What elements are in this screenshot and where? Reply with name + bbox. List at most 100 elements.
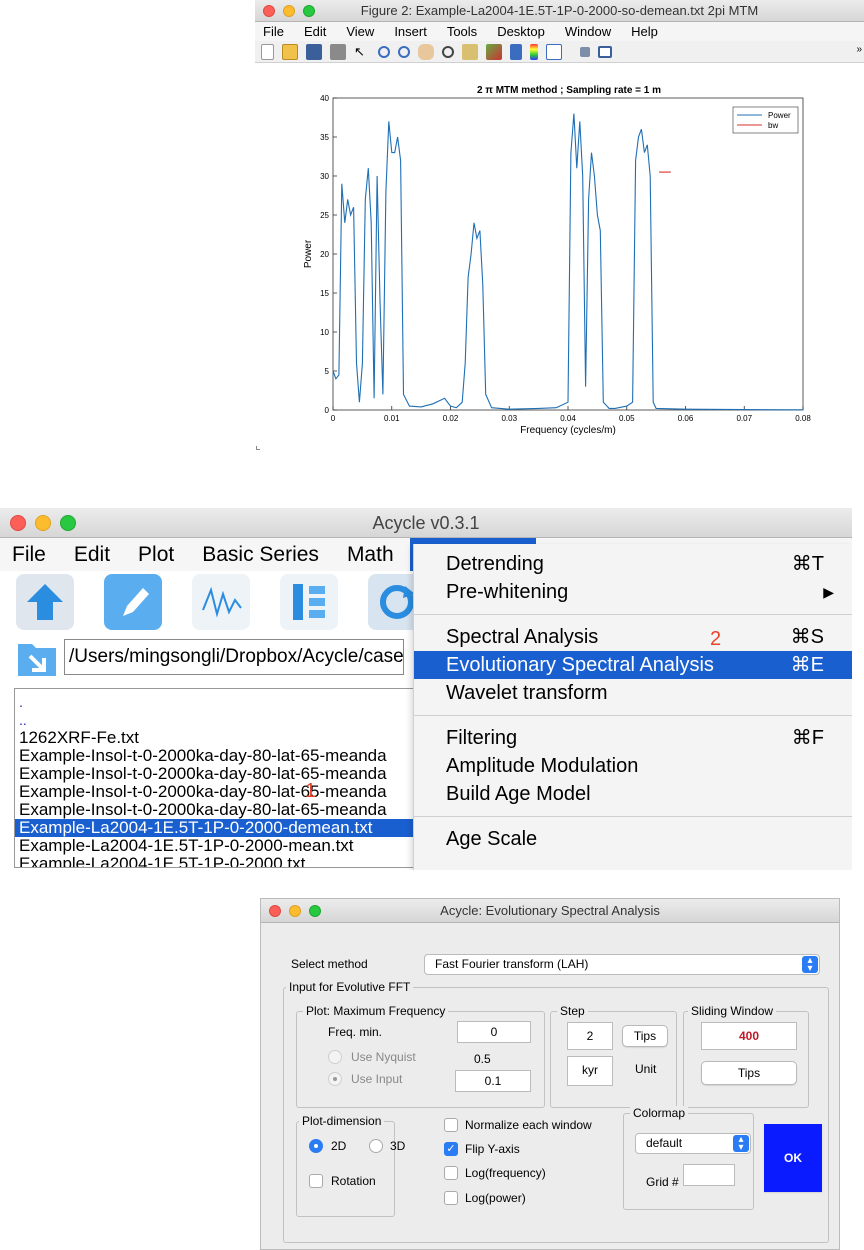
menu-basic-series[interactable]: Basic Series	[202, 538, 319, 571]
maximize-window-button[interactable]	[303, 5, 315, 17]
data-cursor-icon[interactable]	[462, 43, 478, 60]
edit-folder-button[interactable]	[104, 574, 162, 630]
menu-item-pre-whitening[interactable]: Pre-whitening ▶	[414, 578, 852, 606]
list-item[interactable]: Example-La2004-1E.5T-1P-0-2000-mean.txt	[15, 837, 414, 855]
menu-edit[interactable]: Edit	[74, 538, 110, 571]
open-file-icon[interactable]	[282, 43, 298, 60]
plot-button[interactable]	[192, 574, 250, 630]
rotation-checkbox[interactable]	[309, 1174, 323, 1188]
folder-arrow-icon[interactable]	[16, 636, 58, 678]
menu-item-amplitude-modulation[interactable]: Amplitude Modulation	[414, 752, 852, 780]
menu-item-age-scale[interactable]: Age Scale	[414, 825, 852, 853]
menu-window[interactable]: Window	[565, 22, 611, 41]
freq-min-input[interactable]: 0	[457, 1021, 531, 1043]
flip-y-checkbox[interactable]: ✓	[444, 1142, 458, 1156]
close-window-button[interactable]	[10, 515, 26, 531]
colorbar-icon[interactable]	[530, 43, 538, 60]
menu-math[interactable]: Math	[347, 538, 394, 571]
menu-help[interactable]: Help	[631, 22, 658, 41]
x-tick-label: 0.04	[560, 414, 576, 423]
log-power-label: Log(power)	[465, 1191, 526, 1205]
menu-file[interactable]: File	[263, 22, 284, 41]
list-item[interactable]: Example-Insol-t-0-2000ka-day-80-lat-65-m…	[15, 801, 414, 819]
zoom-in-icon[interactable]	[378, 45, 390, 58]
minimize-window-button[interactable]	[35, 515, 51, 531]
normalize-checkbox[interactable]	[444, 1118, 458, 1132]
freq-min-label: Freq. min.	[328, 1025, 383, 1039]
use-input-radio[interactable]	[328, 1072, 342, 1086]
menu-item-detrending[interactable]: Detrending ⌘T	[414, 550, 852, 578]
path-field[interactable]: /Users/mingsongli/Dropbox/Acycle/case	[64, 639, 404, 675]
link-icon[interactable]	[510, 43, 522, 60]
acycle-window: Acycle v0.3.1 File Edit Plot Basic Serie…	[0, 508, 852, 870]
up-folder-button[interactable]	[16, 574, 74, 630]
ok-button[interactable]: OK	[764, 1124, 822, 1192]
close-window-button[interactable]	[269, 905, 281, 917]
3d-radio[interactable]	[369, 1139, 383, 1153]
menu-item-build-age-model[interactable]: Build Age Model	[414, 780, 852, 808]
figure-corner-mark	[256, 446, 260, 450]
save-icon[interactable]	[306, 43, 322, 60]
maximize-window-button[interactable]	[60, 515, 76, 531]
close-window-button[interactable]	[263, 5, 275, 17]
acycle-titlebar[interactable]: Acycle v0.3.1	[0, 508, 852, 538]
menu-item-filtering[interactable]: Filtering ⌘F	[414, 724, 852, 752]
figure-titlebar[interactable]: Figure 2: Example-La2004-1E.5T-1P-0-2000…	[255, 0, 864, 22]
list-item[interactable]: Example-Insol-t-0-2000ka-day-80-lat-65-m…	[15, 747, 414, 765]
menu-view[interactable]: View	[346, 22, 374, 41]
unit-input[interactable]: kyr	[567, 1056, 613, 1086]
use-nyquist-radio[interactable]	[328, 1050, 342, 1064]
grid-input[interactable]	[683, 1164, 735, 1186]
maximize-window-button[interactable]	[309, 905, 321, 917]
sliding-window-input[interactable]: 400	[701, 1022, 797, 1050]
brush-icon[interactable]	[486, 43, 502, 60]
menu-item-wavelet-transform[interactable]: Wavelet transform	[414, 679, 852, 707]
show-plot-tools-icon[interactable]	[598, 45, 612, 58]
hide-plot-tools-icon[interactable]	[580, 46, 590, 57]
method-select[interactable]: Fast Fourier transform (LAH) ▴ ▾	[424, 954, 820, 975]
esa-titlebar[interactable]: Acycle: Evolutionary Spectral Analysis	[261, 899, 839, 923]
menu-file[interactable]: File	[12, 538, 46, 571]
print-icon[interactable]	[330, 43, 346, 60]
max-frequency-input[interactable]: 0.1	[455, 1070, 531, 1092]
colormap-title: Colormap	[630, 1106, 689, 1120]
menu-edit[interactable]: Edit	[304, 22, 326, 41]
step-input[interactable]: 2	[567, 1022, 613, 1050]
menu-tools[interactable]: Tools	[447, 22, 477, 41]
colormap-select[interactable]: default ▴ ▾	[635, 1133, 751, 1154]
menu-insert[interactable]: Insert	[394, 22, 427, 41]
menu-desktop[interactable]: Desktop	[497, 22, 545, 41]
list-item[interactable]: Example-La2004-1E.5T-1P-0-2000.txt	[15, 855, 414, 868]
legend-icon[interactable]	[546, 43, 562, 60]
sliding-window-tips-button[interactable]: Tips	[701, 1061, 797, 1085]
log-frequency-checkbox[interactable]	[444, 1166, 458, 1180]
log-power-checkbox[interactable]	[444, 1191, 458, 1205]
y-tick-label: 35	[320, 133, 329, 142]
zoom-out-icon[interactable]	[398, 45, 410, 58]
menu-item-spectral-analysis[interactable]: Spectral Analysis 2 ⌘S	[414, 623, 852, 651]
rotate-icon[interactable]	[442, 45, 454, 58]
pan-icon[interactable]	[418, 43, 434, 60]
2d-radio[interactable]	[309, 1139, 323, 1153]
toolbar-overflow-icon[interactable]: »	[856, 44, 862, 55]
list-item[interactable]: Example-Insol-t-0-2000ka-day-80-lat-65-m…	[15, 765, 414, 783]
pointer-icon[interactable]: ↖	[354, 44, 370, 60]
menu-plot[interactable]: Plot	[138, 538, 174, 571]
path-row: /Users/mingsongli/Dropbox/Acycle/case	[16, 636, 404, 678]
minimize-window-button[interactable]	[289, 905, 301, 917]
x-axis-label: Frequency (cycles/m)	[520, 425, 616, 436]
tree-button[interactable]	[280, 574, 338, 630]
y-tick-label: 30	[320, 172, 329, 181]
chart-legend: Power bw	[732, 106, 799, 134]
minimize-window-button[interactable]	[283, 5, 295, 17]
new-figure-icon[interactable]	[261, 43, 274, 60]
list-item[interactable]: 1262XRF-Fe.txt	[15, 729, 414, 747]
file-list[interactable]: . .. 1262XRF-Fe.txt Example-Insol-t-0-20…	[14, 688, 414, 868]
list-item[interactable]: Example-Insol-t-0-2000ka-day-80-lat-65-m…	[15, 783, 414, 801]
step-tips-button[interactable]: Tips	[622, 1025, 668, 1047]
list-item[interactable]: .	[15, 693, 414, 711]
plot-canvas: 2 π MTM method ; Sampling rate = 1 m 0 0.…	[255, 63, 864, 455]
menu-item-evolutionary-spectral-analysis[interactable]: Evolutionary Spectral Analysis ⌘E	[414, 651, 852, 679]
list-item-selected[interactable]: Example-La2004-1E.5T-1P-0-2000-demean.tx…	[15, 819, 414, 837]
list-item[interactable]: ..	[15, 711, 414, 729]
